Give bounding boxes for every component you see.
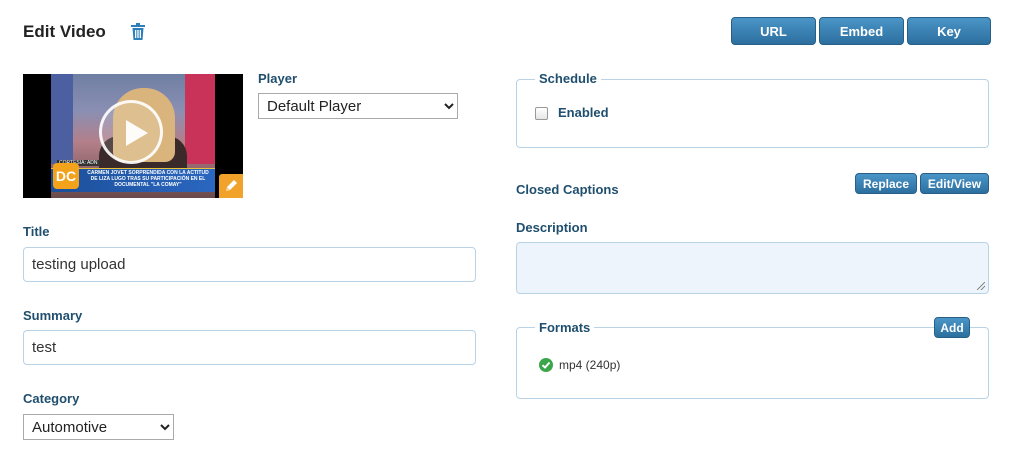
schedule-enabled-checkbox[interactable]	[535, 107, 548, 120]
category-label: Category	[23, 391, 80, 406]
thumbnail-background-panel	[185, 74, 215, 164]
checkmark-icon	[541, 361, 551, 369]
play-icon[interactable]	[99, 100, 163, 164]
embed-button[interactable]: Embed	[819, 17, 904, 45]
summary-input[interactable]	[23, 330, 476, 365]
description-textarea[interactable]	[516, 242, 989, 294]
description-label: Description	[516, 220, 588, 235]
play-triangle	[126, 120, 148, 146]
summary-label: Summary	[23, 308, 83, 323]
thumbnail-lower-third: DC CARMEN JOVET SORPRENDIDA CON LA ACTIT…	[51, 163, 215, 192]
player-label: Player	[258, 71, 298, 86]
edit-view-captions-button[interactable]: Edit/View	[920, 173, 989, 194]
pencil-icon	[226, 180, 237, 191]
trash-icon[interactable]	[131, 23, 145, 40]
replace-captions-button[interactable]: Replace	[855, 173, 917, 194]
check-circle-icon	[539, 358, 553, 372]
format-item[interactable]: mp4 (240p)	[559, 358, 620, 372]
title-input[interactable]	[23, 247, 476, 282]
thumbnail-caption: CARMEN JOVET SORPRENDIDA CON LA ACTITUD …	[87, 170, 209, 188]
resize-grip-icon[interactable]	[977, 282, 985, 290]
channel-logo: DC	[53, 163, 79, 189]
key-button[interactable]: Key	[907, 17, 991, 45]
add-format-button[interactable]: Add	[934, 317, 970, 338]
formats-legend: Formats	[535, 320, 595, 335]
category-select[interactable]: Automotive	[23, 414, 174, 440]
closed-captions-label: Closed Captions	[516, 182, 619, 197]
title-label: Title	[23, 224, 50, 239]
edit-thumbnail-button[interactable]	[219, 174, 243, 198]
trash-icon-svg	[131, 23, 145, 40]
url-button[interactable]: URL	[731, 17, 816, 45]
player-select[interactable]: Default Player	[258, 93, 458, 119]
schedule-enabled-label[interactable]: Enabled	[558, 105, 609, 120]
schedule-legend: Schedule	[535, 71, 601, 86]
video-thumbnail[interactable]: CORTESIA: ADN DC CARMEN JOVET SORPRENDID…	[23, 74, 243, 198]
thumbnail-background-panel	[51, 74, 73, 164]
page-title: Edit Video	[23, 22, 106, 41]
